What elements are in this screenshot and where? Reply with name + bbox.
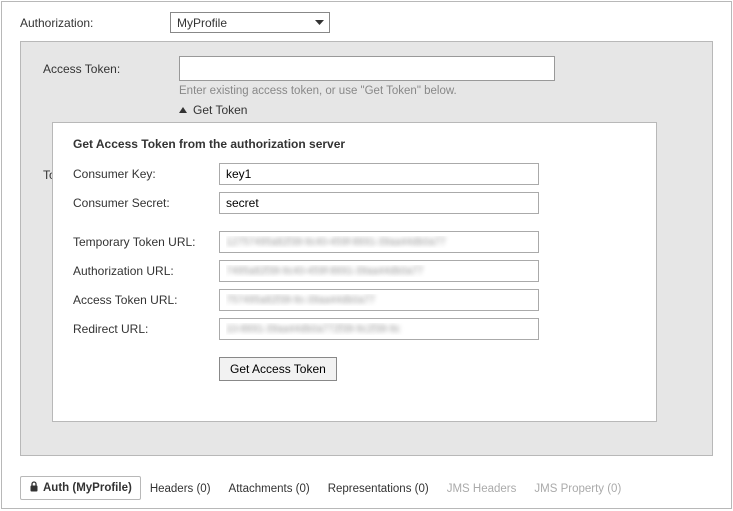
triangle-up-icon <box>179 107 187 113</box>
tab-auth-label: Auth (MyProfile) <box>43 482 132 494</box>
consumer-key-row: Consumer Key: <box>73 163 636 185</box>
get-token-toggle-label: Get Token <box>193 103 247 117</box>
temp-token-url-input[interactable] <box>219 231 539 253</box>
consumer-secret-row: Consumer Secret: <box>73 192 636 214</box>
tab-auth[interactable]: Auth (MyProfile) <box>20 476 141 500</box>
tab-headers-label: Headers (0) <box>150 483 211 495</box>
temp-token-url-label: Temporary Token URL: <box>73 235 219 249</box>
consumer-key-input[interactable] <box>219 163 539 185</box>
authorization-profile-value: MyProfile <box>177 16 227 30</box>
lock-icon <box>29 481 39 495</box>
authorization-row: Authorization: MyProfile <box>2 2 731 41</box>
redirect-url-label: Redirect URL: <box>73 322 219 336</box>
popup-title: Get Access Token from the authorization … <box>73 137 636 151</box>
tab-representations[interactable]: Representations (0) <box>319 478 438 500</box>
tab-jms-property: JMS Property (0) <box>525 478 630 500</box>
redirect-url-row: Redirect URL: <box>73 318 636 340</box>
window-frame: Authorization: MyProfile Access Token: E… <box>1 1 732 509</box>
tab-jms-headers-label: JMS Headers <box>447 483 517 495</box>
access-token-label: Access Token: <box>43 62 179 76</box>
access-token-input[interactable] <box>179 56 555 81</box>
authorization-url-row: Authorization URL: <box>73 260 636 282</box>
chevron-down-icon <box>312 15 327 30</box>
consumer-key-label: Consumer Key: <box>73 167 219 181</box>
consumer-secret-label: Consumer Secret: <box>73 196 219 210</box>
authorization-url-label: Authorization URL: <box>73 264 219 278</box>
tab-jms-headers: JMS Headers <box>438 478 526 500</box>
access-token-url-row: Access Token URL: <box>73 289 636 311</box>
tab-jms-property-label: JMS Property (0) <box>534 483 621 495</box>
access-token-url-input[interactable] <box>219 289 539 311</box>
get-access-token-popup: Get Access Token from the authorization … <box>52 122 657 422</box>
consumer-secret-input[interactable] <box>219 192 539 214</box>
authorization-label: Authorization: <box>20 16 170 30</box>
get-access-token-button[interactable]: Get Access Token <box>219 357 337 381</box>
access-token-row: Access Token: <box>21 42 712 83</box>
tab-representations-label: Representations (0) <box>328 483 429 495</box>
get-access-token-button-row: Get Access Token <box>73 357 636 381</box>
access-token-url-label: Access Token URL: <box>73 293 219 307</box>
get-token-toggle[interactable]: Get Token <box>179 101 269 121</box>
access-token-hint: Enter existing access token, or use "Get… <box>179 83 712 101</box>
redirect-url-input[interactable] <box>219 318 539 340</box>
bottom-tabs: Auth (MyProfile) Headers (0) Attachments… <box>20 476 713 500</box>
temp-token-url-row: Temporary Token URL: <box>73 231 636 253</box>
tab-attachments-label: Attachments (0) <box>229 483 310 495</box>
authorization-profile-select[interactable]: MyProfile <box>170 12 330 33</box>
tab-attachments[interactable]: Attachments (0) <box>220 478 319 500</box>
authorization-url-input[interactable] <box>219 260 539 282</box>
tab-headers[interactable]: Headers (0) <box>141 478 220 500</box>
